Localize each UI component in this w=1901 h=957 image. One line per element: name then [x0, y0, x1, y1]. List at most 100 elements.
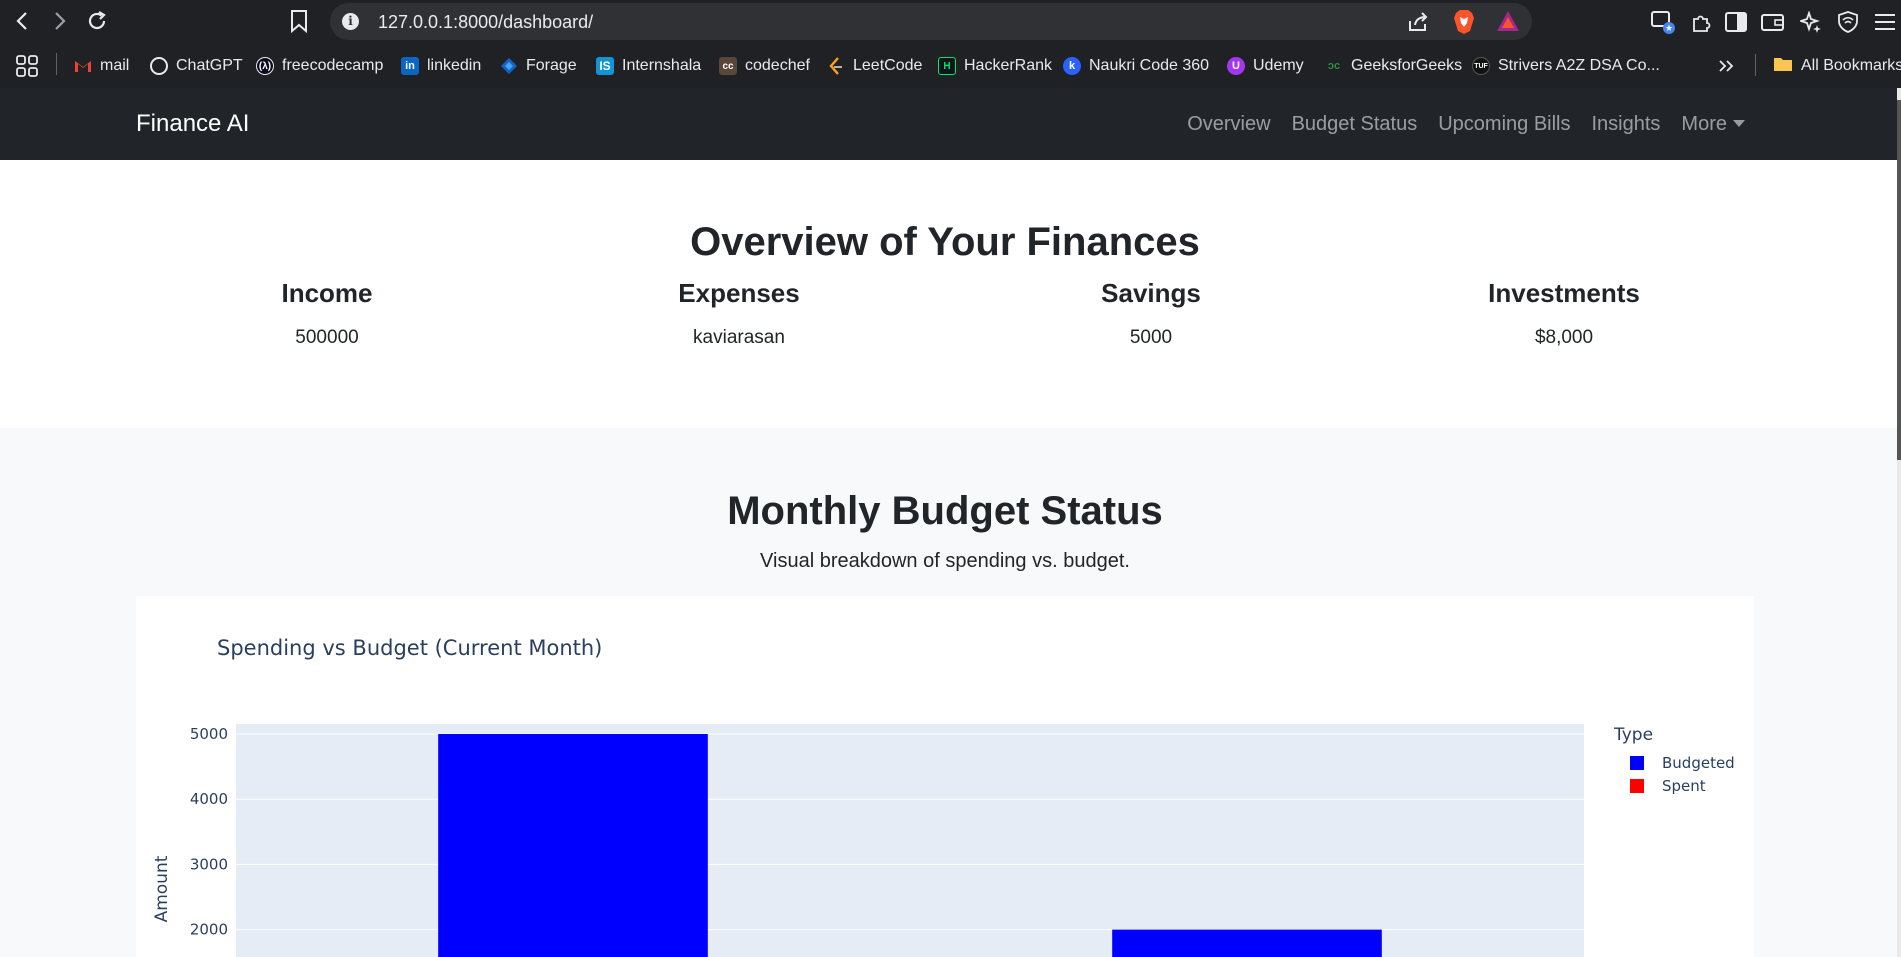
share-icon[interactable] — [1407, 12, 1429, 37]
tuf-icon: TUF — [1472, 57, 1490, 75]
stat-label: Expenses — [678, 278, 800, 308]
bookmarks-divider — [1755, 54, 1756, 76]
caret-down-icon — [1733, 120, 1745, 127]
chart-title: Spending vs Budget (Current Month) — [217, 636, 602, 660]
geeksforgeeks-icon: ↄc — [1327, 60, 1341, 72]
brave-shields-icon[interactable] — [1453, 9, 1475, 40]
bookmark-page-icon[interactable] — [290, 9, 308, 38]
brand-logo[interactable]: Finance AI — [136, 110, 249, 138]
stat-value: 500000 — [295, 327, 359, 348]
stat-savings: Savings 5000 — [945, 278, 1357, 349]
svg-text:★: ★ — [1665, 24, 1673, 34]
site-info-icon[interactable]: i — [342, 13, 359, 30]
bookmark-naukri[interactable]: k Naukri Code 360 — [1063, 55, 1209, 77]
bookmark-label: ChatGPT — [176, 57, 243, 74]
bookmark-forage[interactable]: Forage — [500, 55, 577, 77]
bookmark-strivers[interactable]: TUF Strivers A2Z DSA Co... — [1472, 55, 1660, 77]
internshala-icon: IS — [596, 57, 614, 75]
freecodecamp-icon: (λ) — [256, 57, 274, 75]
nav-overview[interactable]: Overview — [1187, 113, 1270, 136]
budget-chart[interactable]: Spending vs Budget (Current Month) 2000 3… — [136, 596, 1754, 957]
legend-label: Spent — [1662, 777, 1706, 795]
address-url[interactable]: 127.0.0.1:8000/dashboard/ — [378, 12, 593, 33]
bookmark-label: Udemy — [1253, 57, 1304, 74]
forward-icon[interactable] — [48, 8, 72, 34]
bookmark-label: codechef — [745, 57, 810, 74]
budget-status-section: Monthly Budget Status Visual breakdown o… — [0, 428, 1897, 957]
reload-icon[interactable] — [85, 8, 109, 34]
bookmark-chatgpt[interactable]: ChatGPT — [150, 55, 243, 77]
extensions-icon[interactable] — [1688, 9, 1714, 35]
bookmark-label: linkedin — [427, 57, 482, 74]
stat-label: Savings — [1101, 278, 1201, 308]
overview-title: Overview of Your Finances — [690, 220, 1200, 264]
legend-swatch — [1630, 779, 1644, 793]
forage-icon — [500, 57, 518, 75]
nav-links: Overview Budget Status Upcoming Bills In… — [1187, 113, 1745, 136]
chart-card: Spending vs Budget (Current Month) 2000 3… — [136, 596, 1754, 957]
folder-icon — [1773, 56, 1793, 77]
bar-budgeted — [1112, 929, 1382, 957]
budget-subtitle: Visual breakdown of spending vs. budget. — [760, 550, 1130, 572]
site-navbar: Finance AI Overview Budget Status Upcomi… — [0, 88, 1897, 160]
naukri-icon: k — [1063, 57, 1081, 75]
bookmarks-bar: mail ChatGPT (λ) freecodecamp in linkedi… — [0, 43, 1901, 88]
bookmark-mail[interactable]: mail — [74, 55, 129, 77]
apps-grid-icon[interactable] — [16, 55, 38, 77]
bookmark-label: Strivers A2Z DSA Co... — [1498, 57, 1660, 74]
brave-rewards-icon[interactable] — [1496, 10, 1520, 37]
back-icon[interactable] — [10, 8, 34, 34]
chatgpt-icon — [150, 57, 168, 75]
nav-upcoming-bills[interactable]: Upcoming Bills — [1438, 113, 1570, 136]
menu-icon[interactable] — [1872, 9, 1898, 35]
legend-swatch — [1630, 756, 1644, 770]
stat-investments: Investments $8,000 — [1358, 278, 1770, 349]
scrollbar-thumb[interactable] — [1897, 100, 1901, 460]
bookmark-linkedin[interactable]: in linkedin — [401, 55, 481, 77]
gmail-icon — [74, 57, 92, 75]
stat-label: Investments — [1488, 278, 1640, 308]
linkedin-icon: in — [401, 57, 419, 75]
sidebar-toggle-icon[interactable] — [1723, 9, 1749, 35]
bookmark-freecodecamp[interactable]: (λ) freecodecamp — [256, 55, 383, 77]
hackerrank-icon: H — [938, 57, 956, 75]
y-tick-label: 4000 — [190, 790, 228, 808]
bookmark-udemy[interactable]: U Udemy — [1227, 55, 1304, 77]
bookmark-label: freecodecamp — [282, 57, 384, 74]
y-tick-label: 5000 — [190, 725, 228, 743]
y-ticks: 2000 3000 4000 5000 — [190, 725, 228, 939]
stat-income: Income 500000 — [121, 278, 533, 349]
bookmarks-divider — [56, 53, 57, 75]
bookmark-label: mail — [100, 57, 130, 74]
nav-more-dropdown[interactable]: More — [1681, 113, 1745, 136]
codechef-icon: cc — [719, 57, 737, 75]
bookmark-internshala[interactable]: IS Internshala — [596, 55, 701, 77]
legend-label: Budgeted — [1662, 754, 1735, 772]
bookmark-label: LeetCode — [853, 57, 923, 74]
bookmark-codechef[interactable]: cc codechef — [719, 55, 810, 77]
bookmark-label: GeeksforGeeks — [1351, 57, 1463, 74]
bookmark-hackerrank[interactable]: H HackerRank — [938, 55, 1052, 77]
stat-expenses: Expenses kaviarasan — [533, 278, 945, 349]
vpn-shield-icon[interactable] — [1835, 9, 1861, 35]
address-bar[interactable]: i 127.0.0.1:8000/dashboard/ — [330, 3, 1532, 40]
wallet-icon[interactable] — [1760, 9, 1786, 35]
udemy-icon: U — [1227, 57, 1245, 75]
bar-budgeted — [438, 734, 708, 957]
bookmark-label: HackerRank — [964, 57, 1053, 74]
nav-insights[interactable]: Insights — [1591, 113, 1660, 136]
y-tick-label: 2000 — [190, 921, 228, 939]
leo-ai-icon[interactable] — [1798, 9, 1824, 35]
bookmark-leetcode[interactable]: LeetCode — [827, 55, 922, 77]
chart-legend: Type Budgeted Spent — [1613, 725, 1735, 795]
legend-title: Type — [1613, 725, 1653, 745]
stat-value: kaviarasan — [693, 327, 785, 348]
bookmark-geeksforgeeks[interactable]: ↄc GeeksforGeeks — [1325, 55, 1462, 77]
nav-budget-status[interactable]: Budget Status — [1292, 113, 1418, 136]
tab-search-icon[interactable]: ★ — [1650, 9, 1676, 35]
overview-section: Overview of Your Finances Income 500000 … — [0, 160, 1897, 428]
all-bookmarks-label: All Bookmarks — [1801, 57, 1901, 74]
stat-value: 5000 — [1129, 327, 1173, 348]
all-bookmarks-folder[interactable]: All Bookmarks — [1773, 55, 1901, 77]
more-bookmarks-icon[interactable] — [1718, 55, 1734, 77]
